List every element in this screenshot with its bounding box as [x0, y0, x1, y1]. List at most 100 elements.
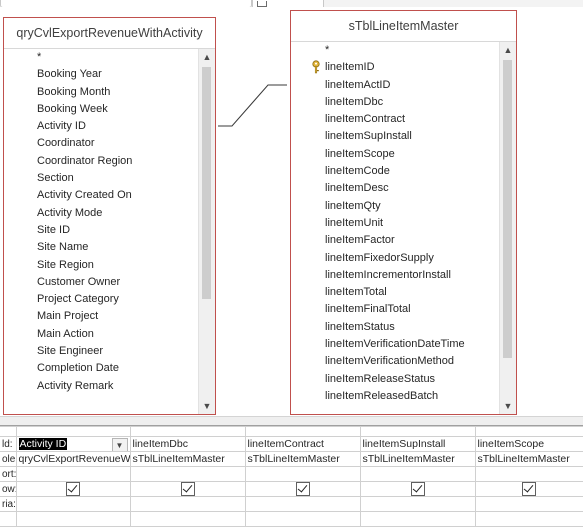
row-label: ole:: [0, 451, 17, 467]
field-label: Activity ID: [37, 120, 86, 133]
field-item[interactable]: lineItemFinalTotal: [325, 301, 498, 318]
field-item[interactable]: Customer Owner: [37, 274, 197, 291]
field-item[interactable]: lineItemVerificationMethod: [325, 353, 498, 370]
grid-cell-criteria[interactable]: [244, 496, 361, 512]
field-item[interactable]: lineItemDbc: [325, 94, 498, 111]
query-design-grid: ld: Activity ID ▼ lineItemDbc lineItemCon…: [0, 426, 583, 527]
grid-cell-field[interactable]: lineItemSupInstall: [359, 436, 476, 452]
grid-cell-sort[interactable]: [474, 466, 583, 482]
field-item[interactable]: Main Action: [37, 326, 197, 343]
field-label: lineItemIncrementorInstall: [325, 268, 451, 281]
triangle-up-icon[interactable]: ▲: [500, 42, 516, 58]
field-item[interactable]: lineItemTotal: [325, 284, 498, 301]
grid-cell-table[interactable]: sTblLineItemMaster: [474, 451, 583, 467]
field-label: Booking Month: [37, 85, 111, 98]
field-item[interactable]: lineItemQty: [325, 198, 498, 215]
pane-splitter[interactable]: [0, 416, 583, 426]
grid-cell-table[interactable]: sTblLineItemMaster: [244, 451, 361, 467]
field-item[interactable]: Booking Year: [37, 66, 197, 83]
field-item[interactable]: Site Engineer: [37, 343, 197, 360]
field-item[interactable]: lineItemSupInstall: [325, 128, 498, 145]
field-item[interactable]: lineItemVerificationDateTime: [325, 336, 498, 353]
table-title[interactable]: sTblLineItemMaster: [291, 11, 516, 42]
field-value-selected[interactable]: Activity ID: [18, 438, 68, 450]
grid-cell-criteria[interactable]: [474, 496, 583, 512]
show-checkbox[interactable]: [295, 482, 310, 496]
query-field-scrollbar[interactable]: ▲ ▼: [198, 49, 215, 414]
field-item[interactable]: Activity Mode: [37, 205, 197, 222]
field-item[interactable]: lineItemFactor: [325, 232, 498, 249]
field-item[interactable]: lineItemContract: [325, 111, 498, 128]
grid-cell-field[interactable]: lineItemContract: [244, 436, 361, 452]
field-item[interactable]: Activity Remark: [37, 378, 197, 395]
field-item[interactable]: lineItemReleaseStatus: [325, 371, 498, 388]
field-item[interactable]: lineItemDesc: [325, 180, 498, 197]
show-checkbox[interactable]: [66, 482, 80, 496]
grid-cell-table[interactable]: sTblLineItemMaster: [359, 451, 476, 467]
field-label: lineItemStatus: [325, 320, 395, 333]
triangle-down-icon[interactable]: ▼: [199, 398, 215, 414]
grid-cell-sort[interactable]: [129, 466, 246, 482]
field-item[interactable]: Coordinator Region: [37, 153, 197, 170]
field-item[interactable]: Activity Created On: [37, 187, 197, 204]
show-checkbox[interactable]: [522, 482, 536, 496]
show-checkbox[interactable]: [410, 482, 425, 496]
grid-cell-criteria[interactable]: [359, 496, 476, 512]
field-item[interactable]: lineItemID: [312, 59, 498, 76]
document-tab[interactable]: [0, 0, 252, 7]
chevron-down-icon[interactable]: ▼: [111, 438, 128, 451]
field-item[interactable]: lineItemUnit: [325, 215, 498, 232]
field-label: Booking Week: [37, 102, 108, 115]
field-label: lineItemReleasedBatch: [325, 389, 439, 402]
query-table-box[interactable]: qryCvlExportRevenueWithActivity * Booking…: [3, 17, 216, 415]
grid-cell-sort[interactable]: [359, 466, 476, 482]
scroll-thumb[interactable]: [202, 67, 211, 299]
field-item[interactable]: Site Region: [37, 257, 197, 274]
field-item[interactable]: Site Name: [37, 239, 197, 256]
show-checkbox[interactable]: [180, 482, 195, 496]
field-item[interactable]: lineItemFixedorSupply: [325, 250, 498, 267]
field-item[interactable]: lineItemScope: [325, 146, 498, 163]
grid-cell-sort[interactable]: [244, 466, 361, 482]
grid-row-field: ld: Activity ID ▼ lineItemDbc lineItemCon…: [0, 436, 583, 452]
grid-cell-table[interactable]: qryCvlExportRevenueWi: [15, 451, 131, 467]
field-label: Main Action: [37, 327, 94, 340]
field-label: lineItemQty: [325, 199, 381, 212]
field-item[interactable]: *: [37, 49, 197, 66]
field-item[interactable]: Coordinator: [37, 135, 197, 152]
field-item[interactable]: Section: [37, 170, 197, 187]
triangle-down-icon[interactable]: ▼: [500, 398, 516, 414]
field-item[interactable]: lineItemReleasedBatch: [325, 388, 498, 405]
grid-cell-field[interactable]: lineItemScope: [474, 436, 583, 452]
field-item[interactable]: lineItemIncrementorInstall: [325, 267, 498, 284]
query-field-list[interactable]: * Booking Year Booking Month Booking Week Ac…: [4, 49, 197, 414]
grid-cell-field[interactable]: Activity ID ▼: [15, 436, 131, 452]
grid-cell-field[interactable]: lineItemDbc: [129, 436, 246, 452]
document-tabs: [0, 0, 583, 7]
grid-cell-criteria[interactable]: [15, 496, 131, 512]
field-label: Activity Mode: [37, 206, 103, 219]
field-item[interactable]: lineItemActID: [325, 77, 498, 94]
field-item[interactable]: Completion Date: [37, 360, 197, 377]
grid-cell-sort[interactable]: [15, 466, 131, 482]
table-field-scrollbar[interactable]: ▲ ▼: [499, 42, 516, 414]
field-item[interactable]: Booking Month: [37, 84, 197, 101]
field-label: lineItemVerificationDateTime: [325, 338, 465, 351]
field-item[interactable]: Site ID: [37, 222, 197, 239]
field-item[interactable]: Project Category: [37, 291, 197, 308]
query-table-title[interactable]: qryCvlExportRevenueWithActivity: [4, 18, 215, 49]
table-box[interactable]: sTblLineItemMaster * lineItemID lineItemAc…: [290, 10, 517, 415]
field-label: lineItemDesc: [325, 182, 389, 195]
scroll-thumb[interactable]: [503, 60, 512, 358]
table-field-list[interactable]: * lineItemID lineItemActID lineItemDbc lineI…: [291, 42, 498, 414]
field-item[interactable]: *: [325, 42, 498, 59]
field-item[interactable]: lineItemStatus: [325, 319, 498, 336]
field-item[interactable]: Activity ID: [37, 118, 197, 135]
field-item[interactable]: lineItemCode: [325, 163, 498, 180]
document-tab-active[interactable]: [252, 0, 324, 7]
field-item[interactable]: Main Project: [37, 308, 197, 325]
grid-cell-table[interactable]: sTblLineItemMaster: [129, 451, 246, 467]
field-item[interactable]: Booking Week: [37, 101, 197, 118]
grid-cell-criteria[interactable]: [129, 496, 246, 512]
triangle-up-icon[interactable]: ▲: [199, 49, 215, 65]
